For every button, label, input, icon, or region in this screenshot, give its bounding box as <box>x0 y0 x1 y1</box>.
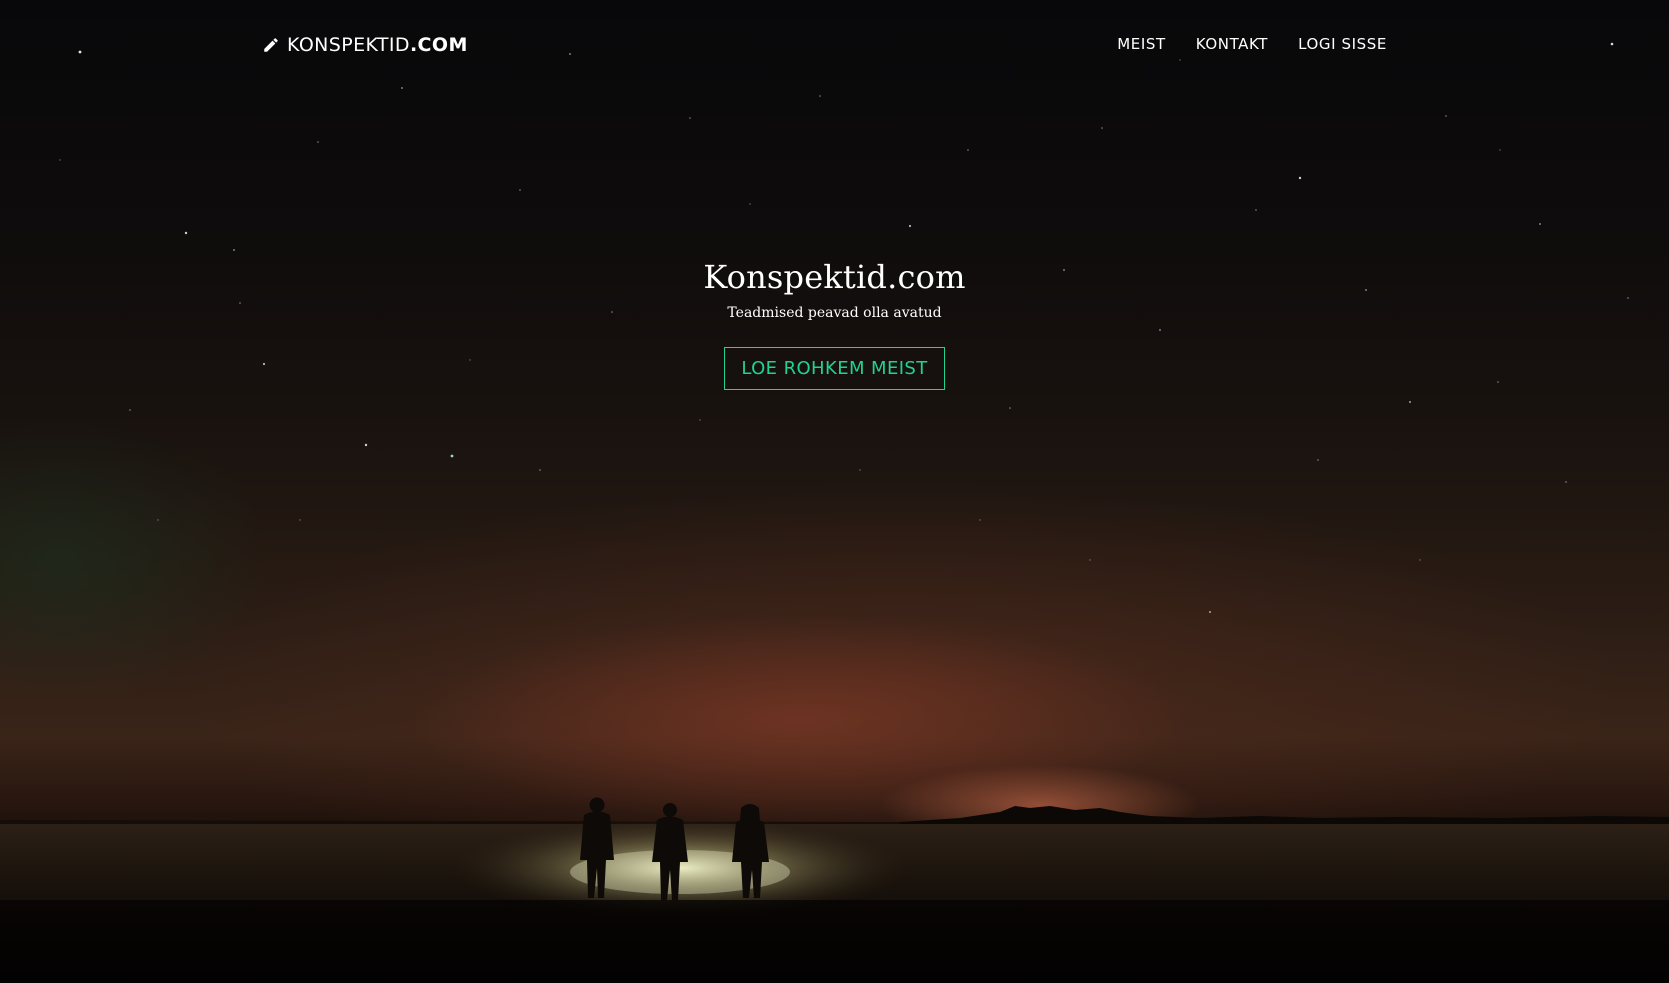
brand-name: KONSPEKTID <box>287 34 410 56</box>
learn-more-button[interactable]: LOE ROHKEM MEIST <box>724 346 945 390</box>
brand-link[interactable]: KONSPEKTID .COM <box>262 34 468 56</box>
page-subtitle: Teadmised peavad olla avatud <box>727 305 942 322</box>
navbar: KONSPEKTID .COM MEIST KONTAKT LOGI SISSE <box>0 0 1669 90</box>
pencil-icon <box>264 38 278 52</box>
hero-section: KONSPEKTID .COM MEIST KONTAKT LOGI SISSE … <box>0 0 1669 983</box>
nav-links: MEIST KONTAKT LOGI SISSE <box>1117 35 1387 53</box>
brand-tld: .COM <box>409 34 468 56</box>
nav-link-logi-sisse[interactable]: LOGI SISSE <box>1298 35 1387 53</box>
page-title: Konspektid.com <box>703 258 966 296</box>
field-landscape <box>0 765 1669 983</box>
nav-link-kontakt[interactable]: KONTAKT <box>1196 35 1268 53</box>
nav-link-meist[interactable]: MEIST <box>1117 35 1166 53</box>
hero-content: Konspektid.com Teadmised peavad olla ava… <box>0 258 1669 390</box>
